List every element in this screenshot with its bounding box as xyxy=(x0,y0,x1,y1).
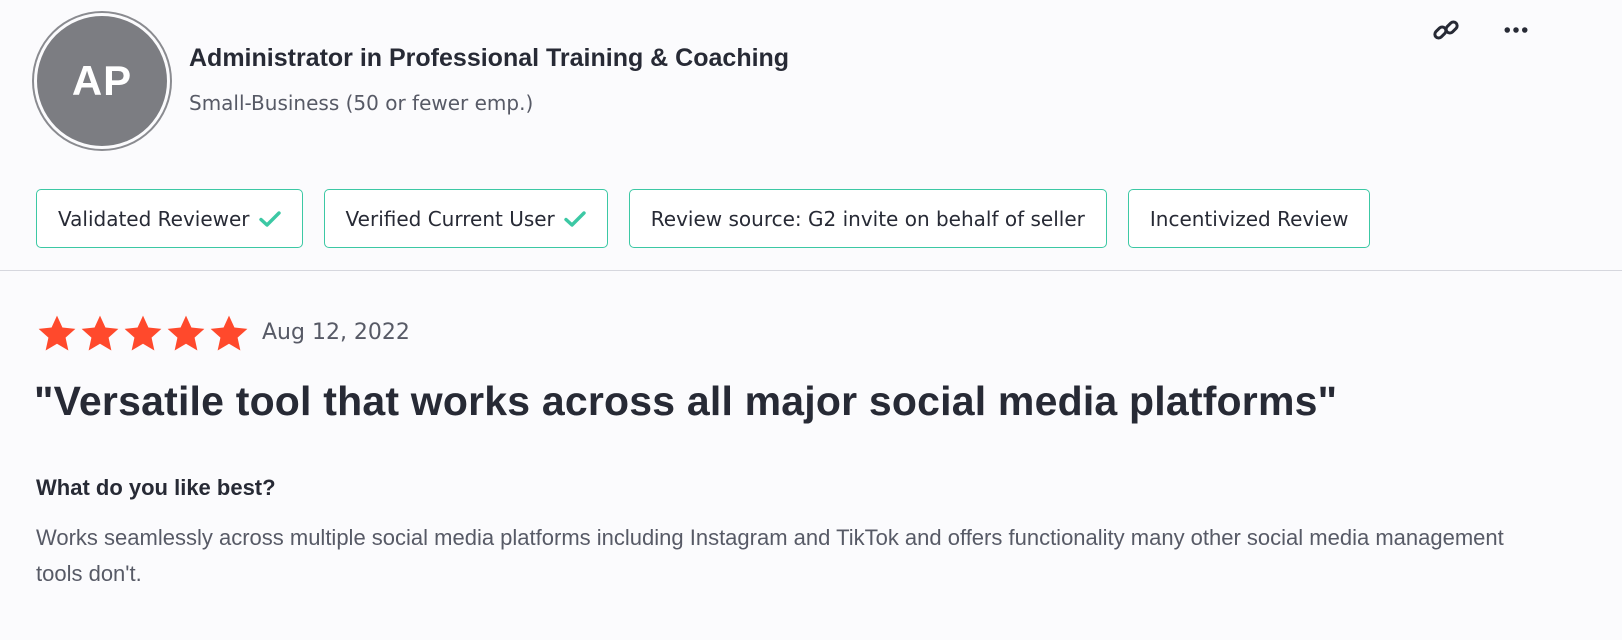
badge-verified-current-user[interactable]: Verified Current User xyxy=(323,189,608,248)
link-icon[interactable] xyxy=(1430,14,1462,46)
review-title: "Versatile tool that works across all ma… xyxy=(34,378,1338,424)
badge-list: Validated Reviewer Verified Current User… xyxy=(36,189,1371,248)
star-icon xyxy=(167,315,205,351)
reviewer-company-size: Small-Business (50 or fewer emp.) xyxy=(189,91,534,115)
check-icon xyxy=(258,210,281,228)
review-date: Aug 12, 2022 xyxy=(262,320,410,345)
avatar-initials: AP xyxy=(71,57,133,104)
badge-label: Validated Reviewer xyxy=(58,206,250,231)
badge-incentivized-review[interactable]: Incentivized Review xyxy=(1127,189,1371,248)
badge-label: Review source: G2 invite on behalf of se… xyxy=(650,206,1085,231)
review-card: AP Administrator in Professional Trainin… xyxy=(0,0,1622,640)
star-icon xyxy=(38,315,76,351)
answer-text: Works seamlessly across multiple social … xyxy=(36,525,1504,586)
more-horizontal-icon[interactable] xyxy=(1500,14,1532,46)
badge-review-source[interactable]: Review source: G2 invite on behalf of se… xyxy=(628,189,1107,248)
badge-label: Verified Current User xyxy=(345,206,555,231)
check-icon xyxy=(564,210,586,228)
star-icon xyxy=(81,315,119,351)
badge-validated-reviewer[interactable]: Validated Reviewer xyxy=(36,189,303,248)
star-icon xyxy=(124,315,162,351)
reviewer-title: Administrator in Professional Training &… xyxy=(189,44,790,72)
avatar[interactable]: AP xyxy=(34,13,170,149)
question-heading: What do you like best? xyxy=(36,475,276,500)
badge-label: Incentivized Review xyxy=(1149,206,1349,231)
divider xyxy=(0,270,1622,271)
star-rating xyxy=(36,313,250,355)
star-icon xyxy=(210,315,248,351)
